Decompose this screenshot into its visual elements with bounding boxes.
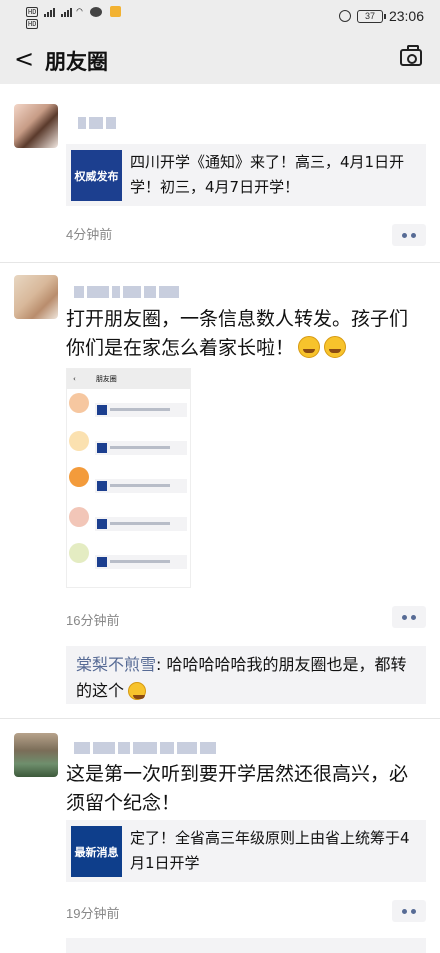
- more-actions-button[interactable]: [392, 606, 426, 628]
- status-bar: HD ◠ HD 37 23:06: [0, 0, 440, 34]
- avatar[interactable]: [14, 733, 58, 777]
- crying-emoji-icon: [324, 336, 347, 358]
- image-link: [95, 479, 187, 493]
- network-indicators: HD ◠ HD: [26, 5, 122, 29]
- post-text-content: 打开朋友圈，一条信息数人转发。孩子们你们是在家怎么着家长啦！: [66, 308, 409, 359]
- wifi-icon: ◠: [76, 5, 83, 17]
- hd-badge: HD: [26, 6, 39, 17]
- image-link: [95, 403, 187, 417]
- back-icon[interactable]: <: [14, 47, 34, 71]
- image-nav-bar: ‹ 朋友圈: [67, 369, 190, 389]
- divider: [0, 718, 440, 719]
- laughing-emoji-icon: [128, 682, 147, 700]
- user-name-blurred[interactable]: [74, 740, 216, 756]
- more-actions-button[interactable]: [392, 900, 426, 922]
- image-row: [67, 389, 190, 427]
- image-flower: [69, 543, 89, 563]
- user-name-blurred[interactable]: [78, 115, 116, 131]
- image-flower: [69, 431, 89, 451]
- post-time: 19分钟前: [66, 906, 120, 921]
- more-actions-button[interactable]: [392, 224, 426, 246]
- wechat-notification-icon: [90, 6, 103, 17]
- image-row: [67, 465, 190, 503]
- user-name-blurred[interactable]: [74, 284, 179, 300]
- post-text: 打开朋友圈，一条信息数人转发。孩子们你们是在家怎么着家长啦！: [66, 305, 426, 363]
- image-flower: [69, 507, 89, 527]
- image-flower: [69, 467, 89, 487]
- comment-box-partial: [66, 938, 426, 953]
- divider: [0, 262, 440, 263]
- image-flower: [69, 393, 89, 413]
- avatar[interactable]: [14, 104, 58, 148]
- crying-emoji-icon: [298, 336, 321, 358]
- link-thumbnail: 最新消息: [71, 826, 122, 877]
- signal-icon: [61, 7, 73, 17]
- nav-bar: < 朋友圈: [0, 34, 440, 84]
- alarm-icon: [338, 10, 351, 22]
- image-back-icon: ‹: [73, 375, 76, 383]
- clock: 23:06: [388, 8, 424, 24]
- image-link: [95, 555, 187, 569]
- image-title: 朋友圈: [95, 375, 117, 383]
- post-text: 这是第一次听到要开学居然还很高兴，必须留个纪念！: [66, 763, 409, 814]
- post-time: 16分钟前: [66, 613, 120, 628]
- image-row: [67, 427, 190, 465]
- post-image[interactable]: ‹ 朋友圈: [66, 368, 191, 588]
- link-title: 四川开学《通知》来了！高三，4月1日开学！初三，4月7日开学！: [130, 153, 405, 196]
- camera-icon[interactable]: [400, 45, 422, 66]
- image-row: [67, 541, 190, 579]
- app-notification-icon: [110, 6, 122, 17]
- signal-icon: [44, 7, 56, 17]
- avatar[interactable]: [14, 275, 58, 319]
- image-link: [95, 517, 187, 531]
- link-card[interactable]: 权威发布 四川开学《通知》来了！高三，4月1日开学！初三，4月7日开学！: [66, 144, 426, 206]
- link-card[interactable]: 最新消息 定了！全省高三年级原则上由省上统筹于4月1日开学: [66, 820, 426, 882]
- battery-icon: 37: [356, 9, 386, 23]
- comment-author[interactable]: 棠梨不煎雪: [76, 655, 156, 674]
- post-time: 4分钟前: [66, 227, 113, 242]
- link-thumbnail: 权威发布: [71, 150, 122, 201]
- link-title: 定了！全省高三年级原则上由省上统筹于4月1日开学: [130, 829, 410, 872]
- image-link: [95, 441, 187, 455]
- image-row: [67, 503, 190, 541]
- page-title: 朋友圈: [45, 50, 108, 74]
- comment-box: 棠梨不煎雪: 哈哈哈哈哈我的朋友圈也是，都转的这个: [66, 646, 426, 704]
- hd-badge: HD: [26, 19, 39, 29]
